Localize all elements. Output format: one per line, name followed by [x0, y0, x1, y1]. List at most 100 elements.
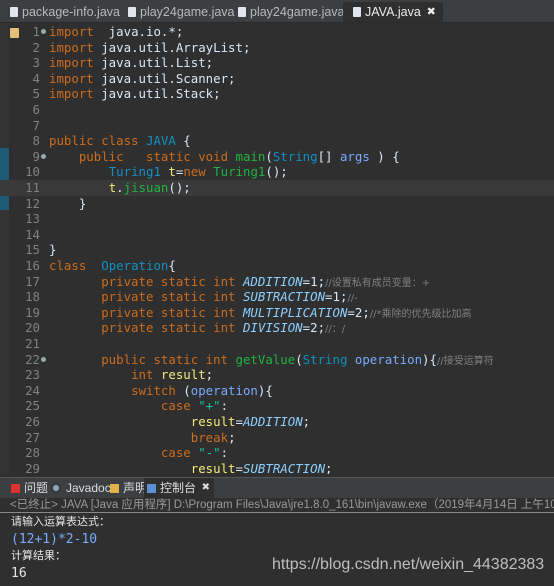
tab-declaration[interactable]: 声明 — [107, 478, 147, 498]
code-text: } — [49, 196, 86, 212]
code-line[interactable]: 14 — [0, 227, 554, 243]
code-line[interactable]: 3 import java.util.List; — [0, 55, 554, 71]
code-line[interactable]: 11 t.jisuan(); — [0, 180, 554, 196]
code-token: switch — [131, 382, 176, 398]
code-token: [] — [317, 148, 340, 164]
code-line[interactable]: 1 import java.io.*; — [0, 24, 554, 40]
code-line[interactable]: 17 private static int ADDITION=1;//设置私有成… — [0, 274, 554, 290]
problems-icon — [11, 484, 20, 493]
code-token: ; — [205, 367, 214, 383]
code-token: =2; — [302, 320, 326, 336]
tab-console[interactable]: 控制台 ✖ — [144, 478, 215, 498]
line-number: 13 — [25, 211, 40, 227]
code-line[interactable]: 18 private static int SUBTRACTION=1;//- — [0, 289, 554, 305]
code-text: } — [49, 242, 56, 258]
code-token: ; — [325, 460, 333, 474]
code-line[interactable]: 6 — [0, 102, 554, 118]
line-number: 17 — [25, 273, 40, 289]
line-number: 29 — [25, 460, 40, 474]
console-tab-bar: 问题 Javadoc 声明 控制台 ✖ — [0, 477, 554, 498]
line-number: 19 — [25, 304, 40, 320]
code-text: public class JAVA { — [49, 133, 191, 149]
tab-package-info[interactable]: package-info.java — [0, 2, 120, 22]
tab-java-java[interactable]: JAVA.java ✖ — [343, 2, 443, 22]
code-line[interactable]: 19 private static int MULTIPLICATION=2;/… — [0, 305, 554, 321]
line-number: 9 — [32, 148, 40, 164]
fold-icon[interactable] — [41, 29, 46, 34]
code-line[interactable]: 16 class Operation{ — [0, 258, 554, 274]
code-token: ) { — [369, 148, 400, 164]
code-text: t.jisuan(); — [49, 180, 191, 196]
tab-play24game-2[interactable]: play24game.java — [228, 2, 345, 22]
fold-icon[interactable] — [41, 356, 46, 362]
code-token: case — [160, 398, 199, 414]
close-icon[interactable]: ✖ — [427, 2, 436, 22]
code-token: new — [183, 164, 214, 180]
code-line[interactable]: 25 case "+": — [0, 398, 554, 414]
code-token: SUBTRACTION — [242, 289, 326, 305]
code-line[interactable]: 29 result=SUBTRACTION; — [0, 461, 554, 474]
code-token: ){ — [257, 382, 273, 398]
code-text: import java.io.*; — [49, 24, 183, 40]
code-token: result — [190, 414, 236, 429]
code-token: JAVA — [145, 133, 176, 149]
code-token: MULTIPLICATION — [242, 304, 348, 320]
code-line[interactable]: 23 int result; — [0, 367, 554, 383]
code-token: Turing1 — [108, 164, 161, 180]
code-token: //：/ — [325, 324, 346, 336]
code-line[interactable]: 9 public static void main(String[] args … — [0, 149, 554, 165]
javadoc-icon — [53, 485, 59, 491]
code-token: java.util.Scanner; — [93, 70, 236, 86]
java-file-icon — [238, 7, 246, 17]
code-line[interactable]: 28 case "-": — [0, 445, 554, 461]
code-line[interactable]: 2 import java.util.ArrayList; — [0, 40, 554, 56]
code-line[interactable]: 12 } — [0, 196, 554, 212]
code-line[interactable]: 5 import java.util.Stack; — [0, 86, 554, 102]
code-line[interactable]: 27 break; — [0, 430, 554, 446]
code-line[interactable]: 26 result=ADDITION; — [0, 414, 554, 430]
code-text: break; — [49, 430, 236, 446]
code-token: Operation — [101, 258, 169, 273]
code-line[interactable]: 15} — [0, 242, 554, 258]
java-file-icon — [10, 7, 18, 17]
code-token: DIVISION — [242, 320, 303, 336]
code-line[interactable]: 13 — [0, 211, 554, 227]
tab-javadoc[interactable]: Javadoc — [50, 478, 111, 498]
code-line[interactable]: 4 import java.util.Scanner; — [0, 71, 554, 87]
close-icon[interactable]: ✖ — [202, 478, 210, 498]
code-editor[interactable]: 1 import java.io.*; 2 import java.util.Arra… — [0, 23, 554, 474]
code-token: { — [168, 258, 176, 273]
line-number: 2 — [32, 39, 40, 55]
java-file-icon — [128, 7, 136, 17]
line-number: 11 — [25, 180, 40, 195]
line-number: 23 — [25, 367, 40, 383]
code-line[interactable]: 7 — [0, 118, 554, 134]
code-token: java.io.*; — [93, 24, 184, 39]
code-token: String — [302, 351, 348, 367]
code-token: Turing1 — [213, 164, 266, 180]
code-line[interactable]: 22 public static int getValue(String ope… — [0, 352, 554, 368]
code-token: private static int — [101, 320, 243, 336]
code-token: ; — [302, 414, 311, 429]
code-token: java.util.List; — [93, 55, 214, 71]
code-line[interactable]: 20 private static int DIVISION=2;//：/ — [0, 320, 554, 336]
code-token: private static int — [101, 273, 243, 289]
tab-play24game-1[interactable]: play24game.java — [118, 2, 235, 22]
line-number: 18 — [25, 289, 40, 305]
fold-icon[interactable] — [41, 153, 46, 159]
code-line[interactable]: 21 — [0, 336, 554, 352]
code-token: result — [160, 367, 206, 383]
tab-problems[interactable]: 问题 — [8, 478, 48, 498]
code-line[interactable]: 24 switch (operation){ — [0, 383, 554, 399]
code-line[interactable]: 8 public class JAVA { — [0, 133, 554, 149]
console-output[interactable]: 请输入运算表达式： (12+1)*2-10 计算结果： 16 — [0, 514, 554, 586]
code-line[interactable]: 10 Turing1 t=new Turing1(); — [0, 164, 554, 180]
